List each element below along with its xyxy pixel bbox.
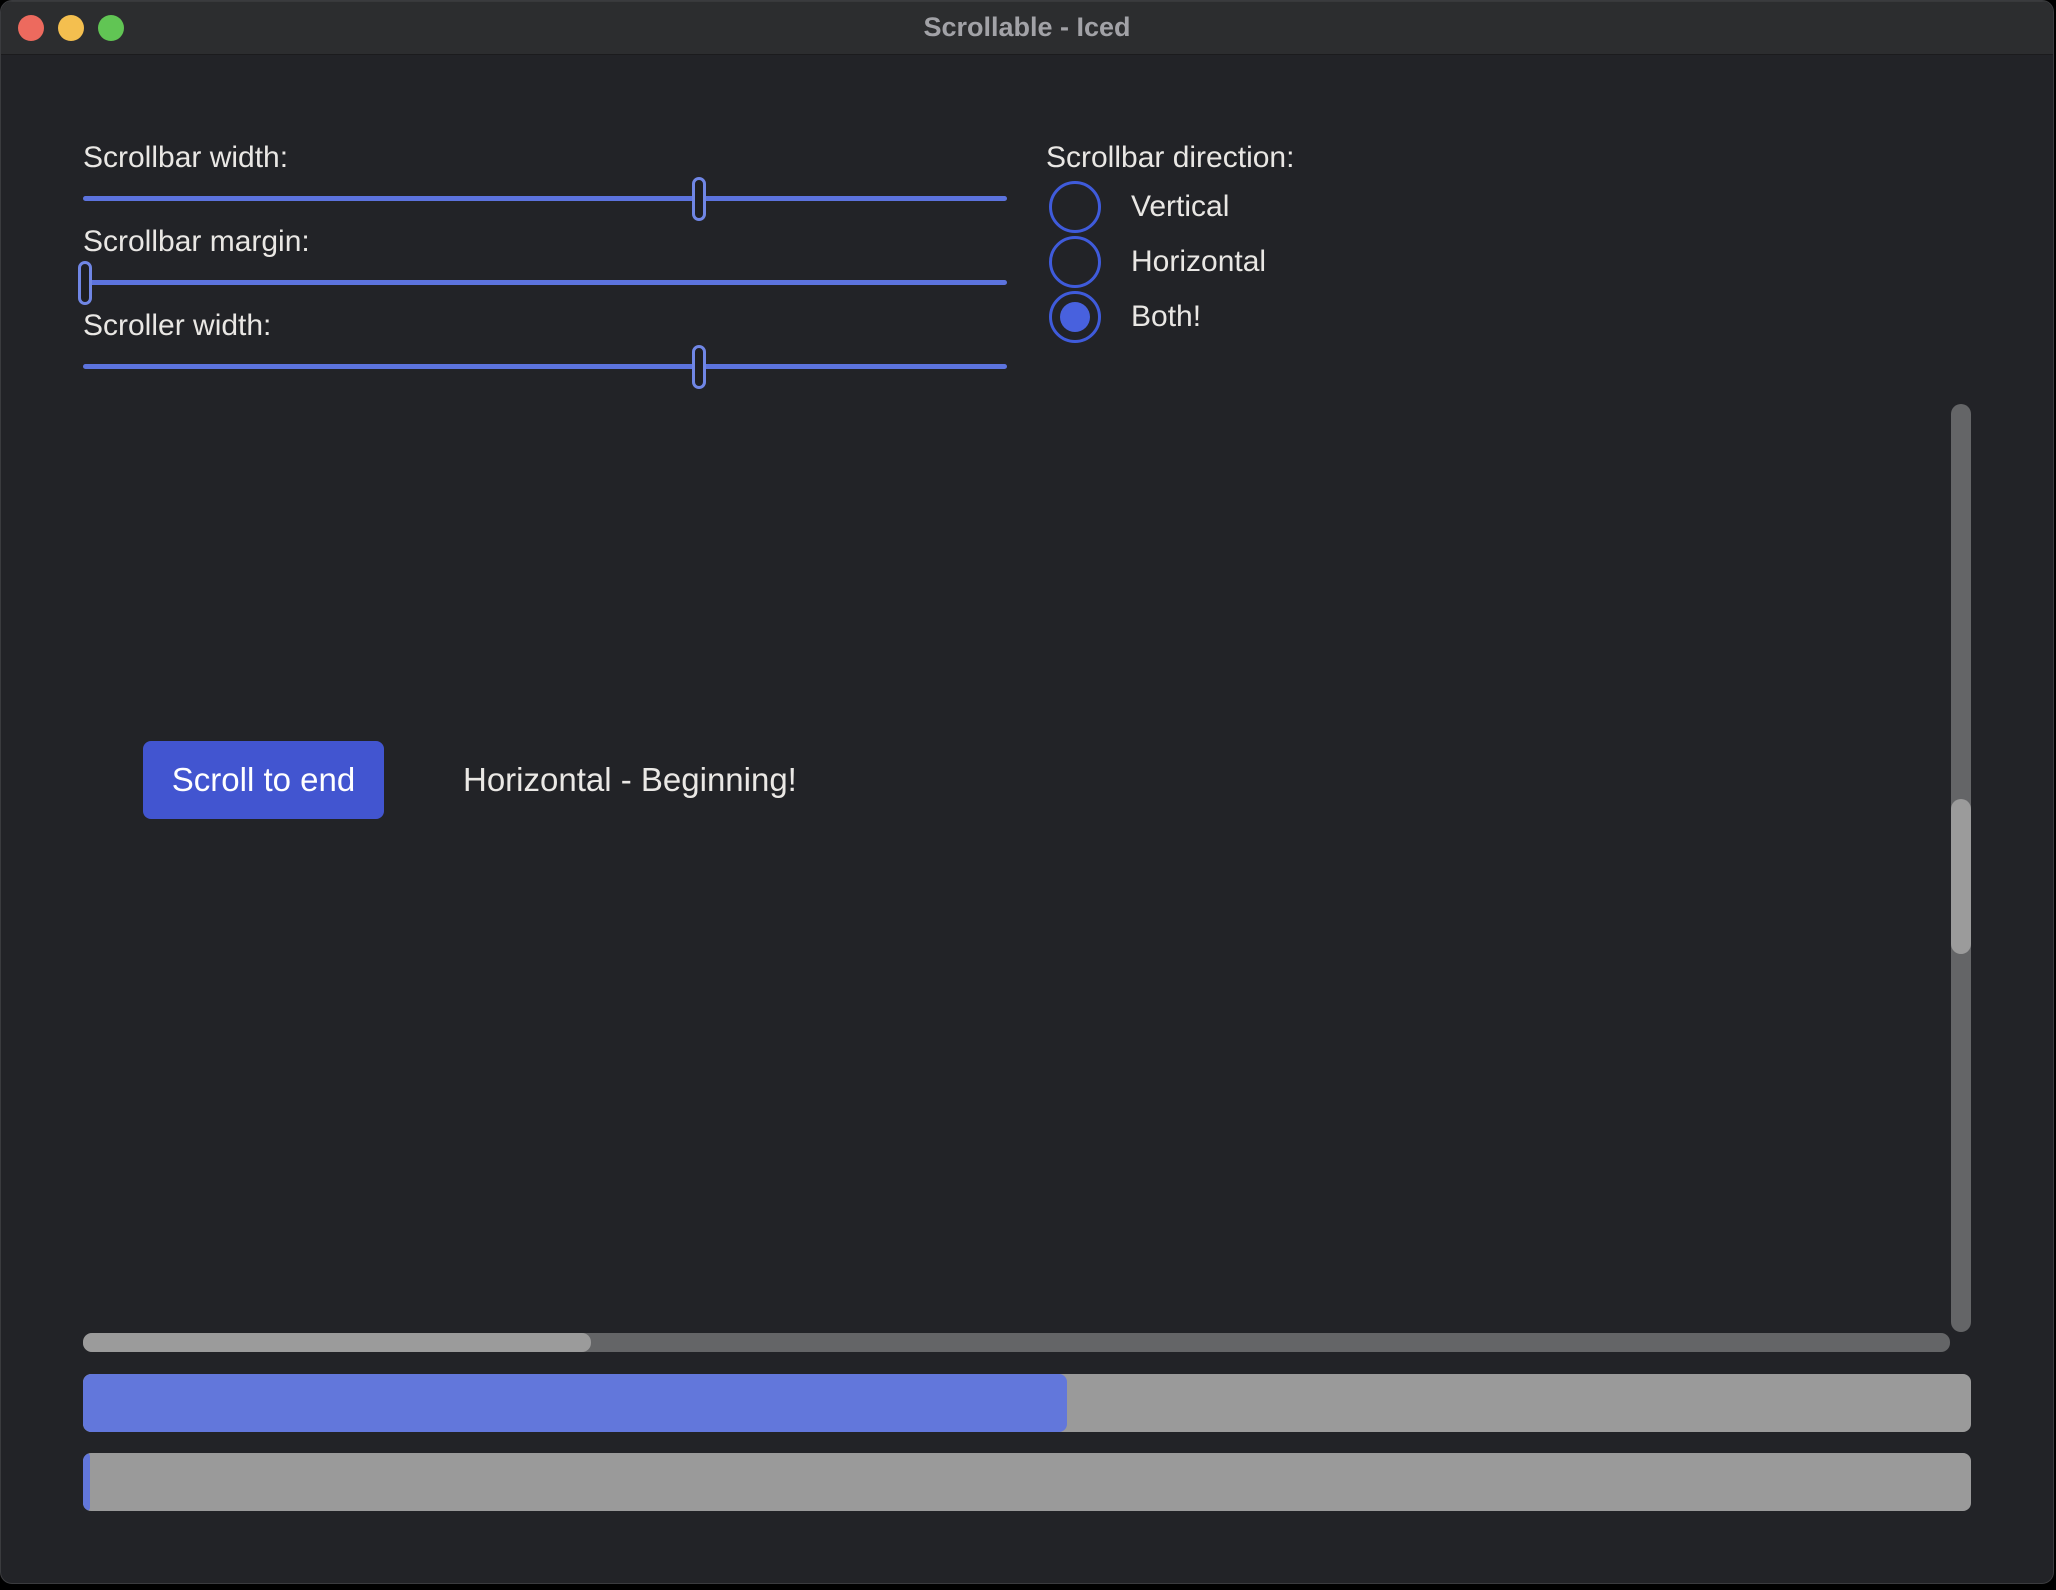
slider-handle[interactable] xyxy=(78,261,92,305)
slider-handle[interactable] xyxy=(692,345,706,389)
progress-fill xyxy=(83,1374,1067,1432)
radio-option-vertical[interactable]: Vertical xyxy=(1049,181,1229,233)
vertical-progress-bar xyxy=(83,1453,1971,1511)
horizontal-scrollbar[interactable] xyxy=(83,1333,1950,1352)
horizontal-progress-bar xyxy=(83,1374,1971,1432)
slider-handle[interactable] xyxy=(692,177,706,221)
vertical-scrollbar[interactable] xyxy=(1951,404,1971,1332)
scroller-width-label: Scroller width: xyxy=(83,308,271,344)
scrollbar-width-label: Scrollbar width: xyxy=(83,140,288,176)
app-window: Scrollable - Iced Scrollbar width: Scrol… xyxy=(0,0,2054,1584)
vertical-scroller-thumb[interactable] xyxy=(1951,799,1971,954)
window-title: Scrollable - Iced xyxy=(1,1,2053,54)
radio-label: Horizontal xyxy=(1131,245,1266,279)
scrollbar-margin-label: Scrollbar margin: xyxy=(83,224,310,260)
slider-rail xyxy=(83,196,1007,201)
slider-rail xyxy=(83,364,1007,369)
scrollbar-width-slider[interactable] xyxy=(83,177,1007,221)
scrollbar-margin-slider[interactable] xyxy=(83,261,1007,305)
radio-label: Both! xyxy=(1131,300,1201,334)
title-bar: Scrollable - Iced xyxy=(1,1,2053,55)
slider-rail xyxy=(83,280,1007,285)
radio-circle-icon xyxy=(1049,236,1101,288)
scrollbar-direction-label: Scrollbar direction: xyxy=(1046,140,1294,176)
radio-option-both[interactable]: Both! xyxy=(1049,291,1201,343)
radio-option-horizontal[interactable]: Horizontal xyxy=(1049,236,1266,288)
radio-circle-icon xyxy=(1049,181,1101,233)
progress-fill xyxy=(83,1453,90,1511)
scroll-status-text: Horizontal - Beginning! xyxy=(463,741,797,819)
scroller-width-slider[interactable] xyxy=(83,345,1007,389)
horizontal-scroller-thumb[interactable] xyxy=(83,1333,591,1352)
scroll-to-end-button[interactable]: Scroll to end xyxy=(143,741,384,819)
radio-circle-icon xyxy=(1049,291,1101,343)
radio-label: Vertical xyxy=(1131,190,1229,224)
